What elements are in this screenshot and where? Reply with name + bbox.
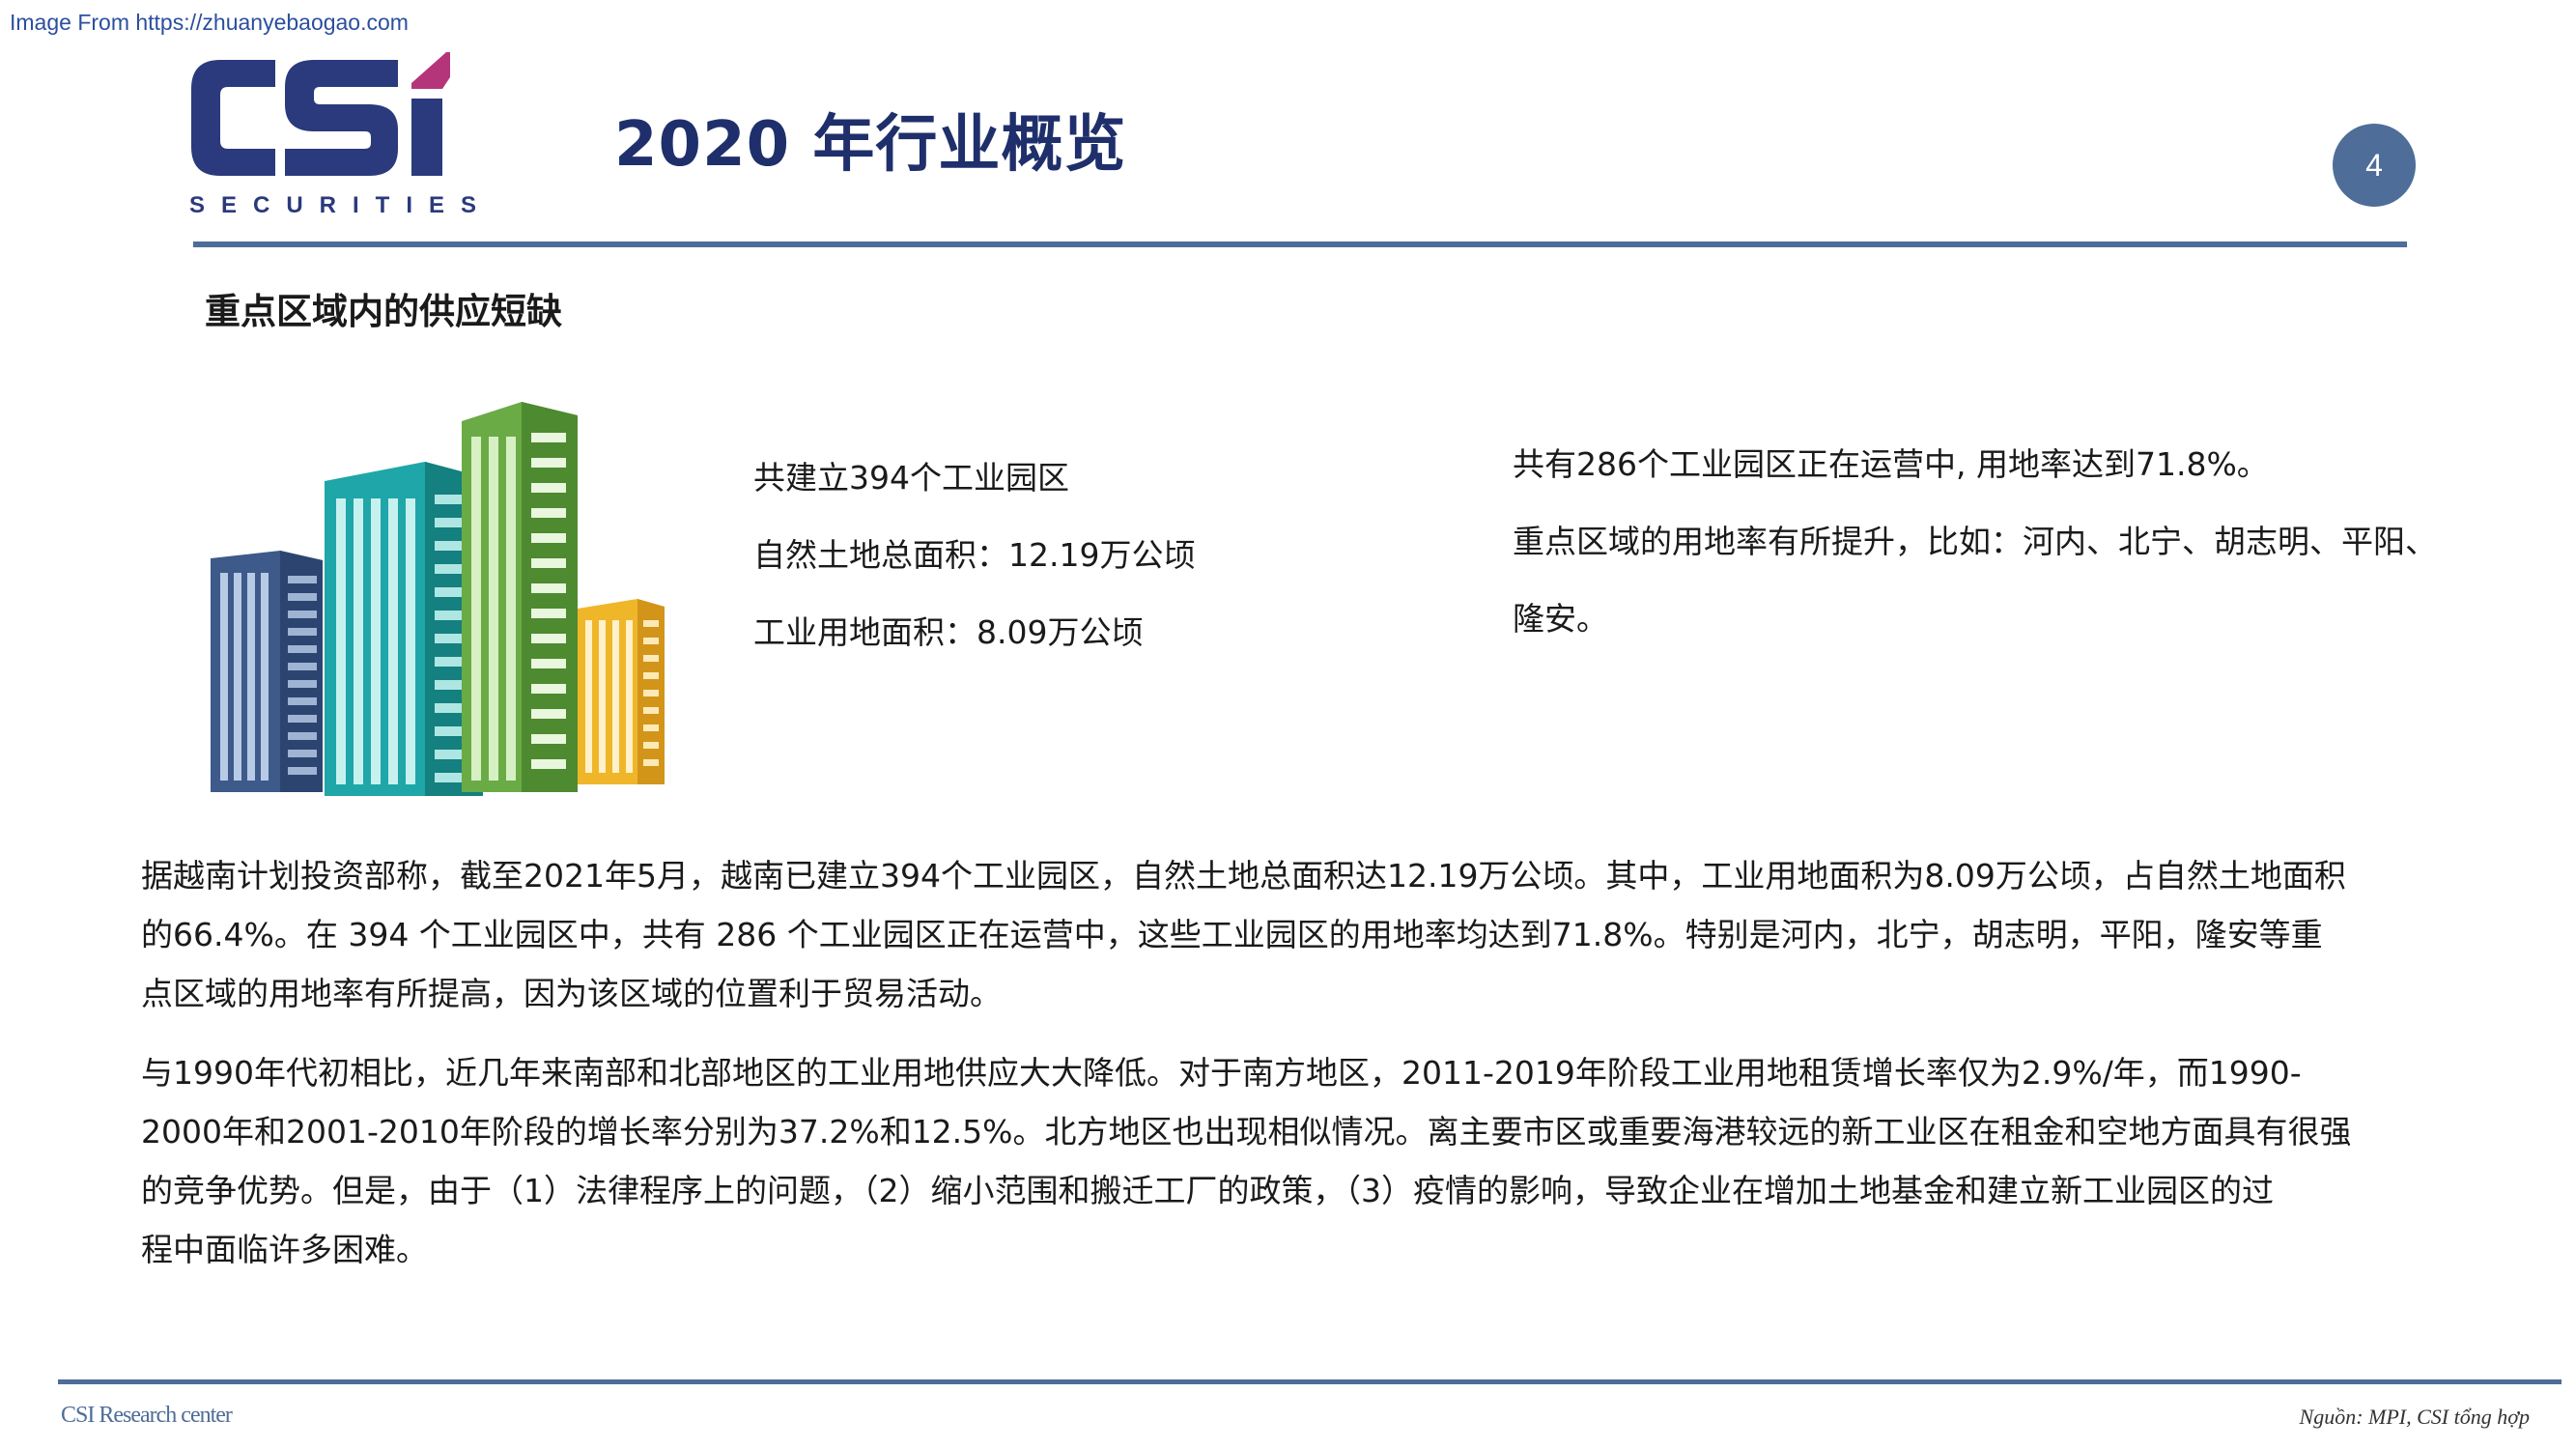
paragraph-2-line: 2000年和2001-2010年阶段的增长率分别为37.2%和12.5%。北方地… [141,1113,2352,1151]
paragraph-1-line: 点区域的用地率有所提高，因为该区域的位置利于贸易活动。 [141,975,1002,1012]
stat-total-area: 自然土地总面积：12.19万公顷 [753,536,1196,574]
section-heading: 重点区域内的供应短缺 [205,291,562,332]
csi-logo: SECURITIES [189,52,493,217]
stat-industrial-area: 工业用地面积：8.09万公顷 [753,613,1144,651]
page-title: 2020 年行业概览 [614,109,1127,181]
highlight-operating-parks: 共有286个工业园区正在运营中, 用地率达到71.8%。 [1513,445,2269,483]
highlight-key-regions-cont: 隆安。 [1513,600,1608,638]
paragraph-1-line: 的66.4%。在 394 个工业园区中，共有 286 个工业园区正在运营中，这些… [141,916,2323,953]
highlight-key-regions: 重点区域的用地率有所提升，比如：河内、北宁、胡志明、平阳、 [1513,523,2437,560]
source-watermark: Image From https://zhuanyebaogao.com [10,10,409,35]
paragraph-2: 与1990年代初相比，近几年来南部和北部地区的工业用地供应大大降低。对于南方地区… [141,1043,2352,1279]
paragraph-2-line: 与1990年代初相比，近几年来南部和北部地区的工业用地供应大大降低。对于南方地区… [141,1054,2302,1092]
header-divider [193,242,2407,247]
footer-research-center: CSI Research center [61,1403,233,1428]
footer-source: Nguồn: MPI, CSI tổng hợp [2299,1405,2530,1429]
logo-subtext: SECURITIES [189,192,493,217]
paragraph-2-line: 的竞争优势。但是，由于（1）法律程序上的问题，（2）缩小范围和搬迁工厂的政策，（… [141,1172,2274,1209]
paragraph-1: 据越南计划投资部称，截至2021年5月，越南已建立394个工业园区，自然土地总面… [141,846,2346,1023]
buildings-illustration [211,402,665,796]
paragraph-1-line: 据越南计划投资部称，截至2021年5月，越南已建立394个工业园区，自然土地总面… [141,857,2346,895]
paragraph-2-line: 程中面临许多困难。 [141,1231,428,1268]
footer-divider [58,1379,2562,1384]
page-number-badge: 4 [2333,124,2416,207]
stat-parks-count: 共建立394个工业园区 [753,459,1069,497]
